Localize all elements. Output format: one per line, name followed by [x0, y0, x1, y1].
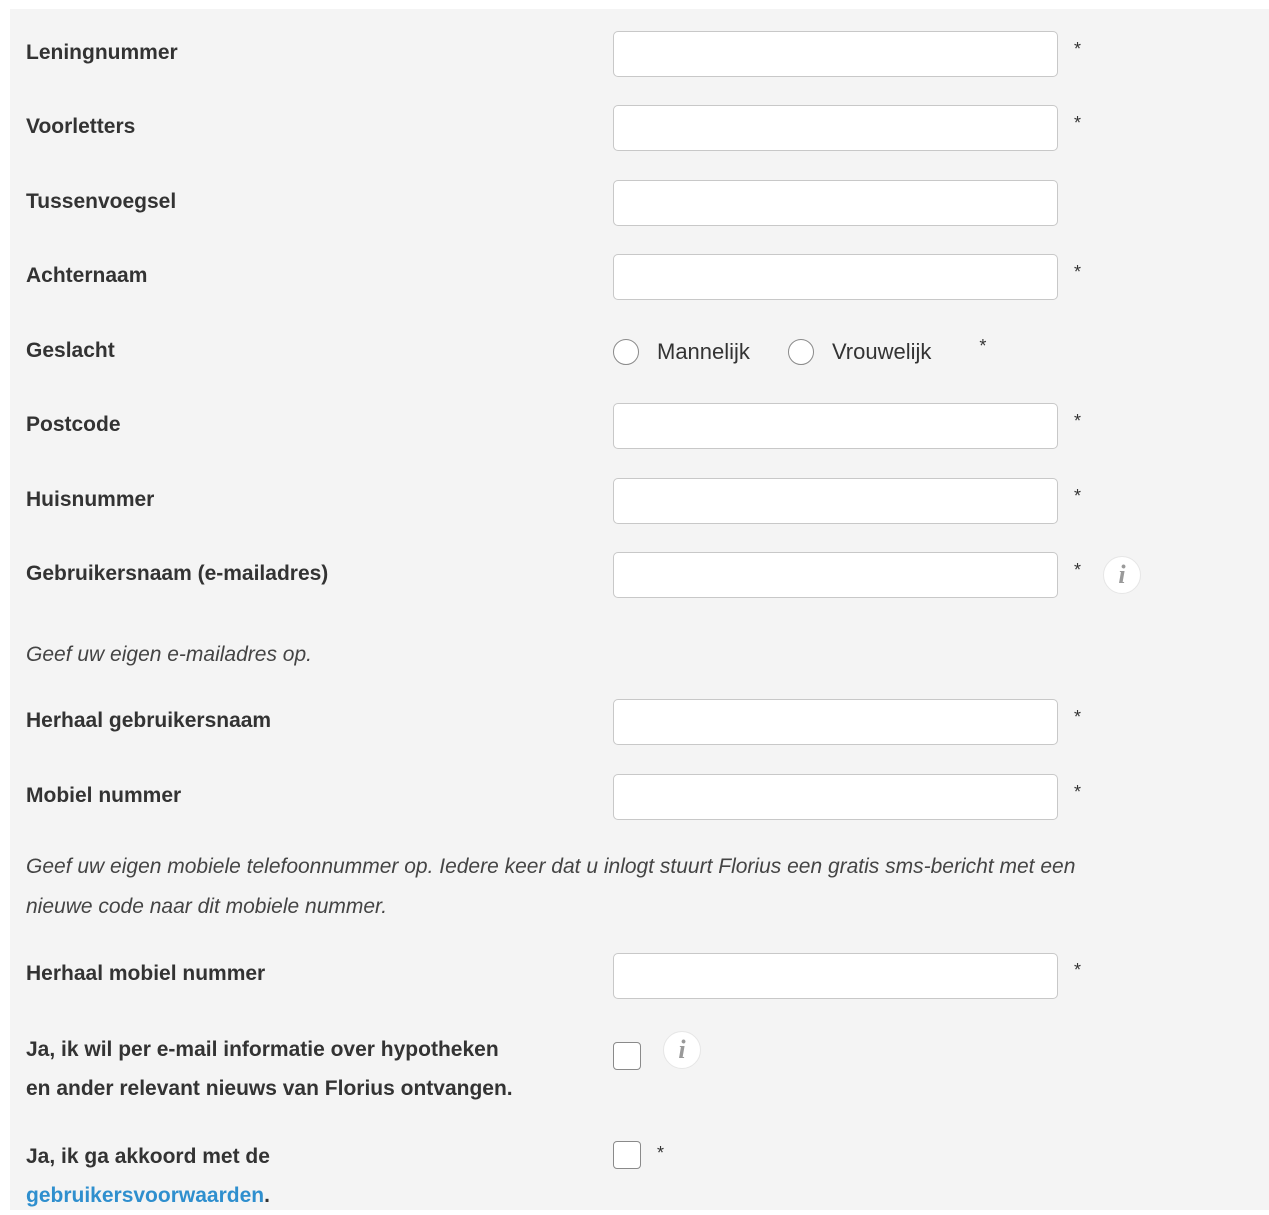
herhaal-gebruikersnaam-input[interactable] [613, 699, 1058, 745]
geslacht-label: Geslacht [26, 339, 115, 362]
leningnummer-input[interactable] [613, 31, 1058, 77]
mobile-hint-line2: nieuwe code naar dit mobiele nummer. [26, 895, 388, 918]
gebruikersnaam-info-icon[interactable]: i [1103, 556, 1141, 594]
geslacht-radio-group: Mannelijk Vrouwelijk * [613, 334, 986, 370]
herhaal-gebruikersnaam-required-marker: * [1074, 707, 1082, 727]
achternaam-label: Achternaam [26, 264, 148, 287]
newsletter-info-icon[interactable]: i [663, 1031, 701, 1069]
herhaal-mobiel-nummer-input[interactable] [613, 953, 1058, 999]
leningnummer-label: Leningnummer [26, 41, 178, 64]
newsletter-label-line1: Ja, ik wil per e-mail informatie over hy… [26, 1038, 499, 1061]
terms-label-link-line: gebruikersvoorwaarden. [26, 1177, 270, 1215]
huisnummer-input[interactable] [613, 478, 1058, 524]
gebruikersnaam-label: Gebruikersnaam (e-mailadres) [26, 562, 329, 585]
mobiel-nummer-label: Mobiel nummer [26, 784, 182, 807]
gebruikersnaam-input[interactable] [613, 552, 1058, 598]
herhaal-gebruikersnaam-label: Herhaal gebruikersnaam [26, 709, 272, 732]
herhaal-mobiel-nummer-label: Herhaal mobiel nummer [26, 962, 266, 985]
mobile-hint-line1: Geef uw eigen mobiele telefoonnummer op.… [26, 855, 1076, 878]
postcode-label: Postcode [26, 413, 121, 436]
achternaam-required-marker: * [1074, 262, 1082, 282]
terms-label-prefix: Ja, ik ga akkoord met de [26, 1145, 270, 1168]
gebruikersnaam-required-marker: * [1074, 560, 1082, 580]
leningnummer-required-marker: * [1074, 39, 1082, 59]
newsletter-checkbox[interactable] [613, 1042, 641, 1070]
huisnummer-required-marker: * [1074, 486, 1082, 506]
achternaam-input[interactable] [613, 254, 1058, 300]
huisnummer-label: Huisnummer [26, 488, 155, 511]
tussenvoegsel-input[interactable] [613, 180, 1058, 226]
postcode-input[interactable] [613, 403, 1058, 449]
herhaal-mobiel-nummer-required-marker: * [1074, 960, 1082, 980]
terms-link[interactable]: gebruikersvoorwaarden [26, 1184, 264, 1207]
newsletter-label-line2: en ander relevant nieuws van Florius ont… [26, 1077, 513, 1100]
mannelijk-radio-label[interactable]: Mannelijk [657, 339, 750, 365]
mannelijk-radio[interactable] [613, 339, 639, 365]
terms-checkbox[interactable] [613, 1141, 641, 1169]
tussenvoegsel-label: Tussenvoegsel [26, 190, 177, 213]
geslacht-required-marker: * [979, 335, 987, 356]
terms-required-marker: * [657, 1143, 665, 1163]
email-hint-text: Geef uw eigen e-mailadres op. [26, 643, 312, 666]
voorletters-label: Voorletters [26, 115, 136, 138]
vrouwelijk-radio-label[interactable]: Vrouwelijk [832, 339, 931, 365]
mobiel-nummer-input[interactable] [613, 774, 1058, 820]
mobiel-nummer-required-marker: * [1074, 782, 1082, 802]
vrouwelijk-radio[interactable] [787, 339, 814, 365]
voorletters-required-marker: * [1074, 113, 1082, 133]
postcode-required-marker: * [1074, 411, 1082, 431]
voorletters-input[interactable] [613, 105, 1058, 151]
terms-label-suffix: . [264, 1184, 270, 1207]
